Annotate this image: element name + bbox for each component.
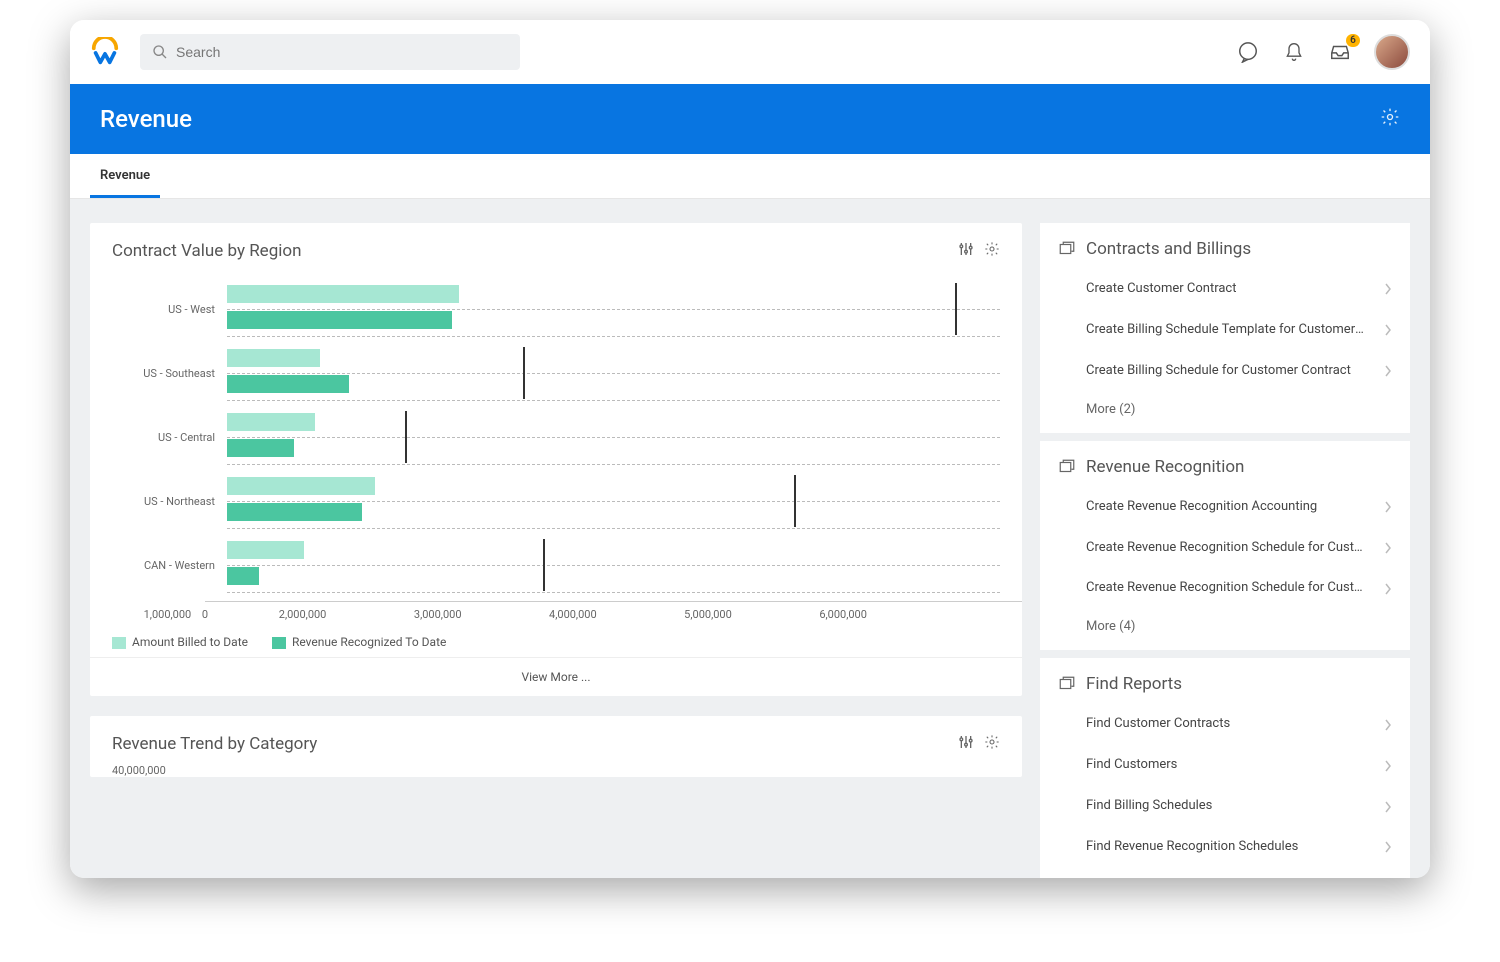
- side-link[interactable]: Create Customer Contract: [1058, 269, 1392, 310]
- bar-billed[interactable]: [227, 285, 459, 303]
- side-group-title: Contracts and Billings: [1058, 239, 1392, 259]
- side-link[interactable]: Create Billing Schedule for Customer Con…: [1058, 351, 1392, 392]
- tab-revenue[interactable]: Revenue: [90, 154, 160, 198]
- side-more-button[interactable]: More (2): [1058, 392, 1392, 423]
- legend-item: Amount Billed to Date: [112, 635, 248, 649]
- bar-row: US - Northeast: [112, 469, 1000, 533]
- bar-chart: US - West US - Southeast US - Central US - …: [90, 267, 1022, 601]
- page-title: Revenue: [100, 105, 192, 133]
- target-marker: [955, 283, 957, 335]
- bar-label: CAN - Western: [112, 559, 227, 572]
- side-group-title: Find Reports: [1058, 674, 1392, 694]
- settings-gear-icon[interactable]: [1380, 107, 1400, 131]
- legend-item: Revenue Recognized To Date: [272, 635, 446, 649]
- bar-billed[interactable]: [227, 541, 304, 559]
- search-box[interactable]: [140, 34, 520, 70]
- bar-billed[interactable]: [227, 349, 320, 367]
- x-axis-tick: 2,000,000: [279, 608, 414, 621]
- view-more-button[interactable]: View More ...: [90, 657, 1022, 696]
- search-input[interactable]: [176, 44, 508, 60]
- target-marker: [523, 347, 525, 399]
- bar-row: CAN - Western: [112, 533, 1000, 597]
- bar-billed[interactable]: [227, 477, 375, 495]
- bar-label: US - Central: [112, 431, 227, 444]
- inbox-badge-count: 6: [1346, 34, 1360, 47]
- side-panel: Contracts and Billings Create Customer Co…: [1040, 223, 1410, 878]
- legend-swatch-light: [112, 637, 126, 649]
- x-axis-tick: 4,000,000: [549, 608, 684, 621]
- banner: Revenue: [70, 84, 1430, 154]
- sliders-icon[interactable]: [958, 241, 974, 261]
- side-link[interactable]: Find Billing Schedules: [1058, 786, 1392, 827]
- search-icon: [152, 44, 168, 60]
- revenue-trend-card: Revenue Trend by Category: [90, 716, 1022, 777]
- bar-row: US - Central: [112, 405, 1000, 469]
- side-link[interactable]: Find Revenue Recognition Schedules: [1058, 827, 1392, 868]
- legend: Amount Billed to Date Revenue Recognized…: [90, 621, 1022, 657]
- side-link[interactable]: Create Revenue Recognition Schedule for …: [1058, 568, 1392, 609]
- x-axis-tick: 1,000,000: [144, 608, 279, 621]
- chat-icon[interactable]: [1236, 40, 1260, 64]
- topbar: 6: [70, 20, 1430, 84]
- bell-icon[interactable]: [1282, 40, 1306, 64]
- side-group: Revenue Recognition Create Revenue Recogn…: [1040, 441, 1410, 651]
- bar-label: US - Northeast: [112, 495, 227, 508]
- side-group-title: Revenue Recognition: [1058, 457, 1392, 477]
- legend-swatch-dark: [272, 637, 286, 649]
- side-link[interactable]: Create Revenue Recognition Accounting: [1058, 487, 1392, 528]
- x-axis-tick: 5,000,000: [684, 608, 819, 621]
- bar-recognized[interactable]: [227, 567, 259, 585]
- inbox-icon[interactable]: 6: [1328, 40, 1352, 64]
- bar-label: US - Southeast: [112, 367, 227, 380]
- bar-recognized[interactable]: [227, 503, 362, 521]
- side-more-button[interactable]: More (4): [1058, 609, 1392, 640]
- side-link[interactable]: Find Customers: [1058, 745, 1392, 786]
- bar-recognized[interactable]: [227, 439, 294, 457]
- contract-value-card: Contract Value by Region: [90, 223, 1022, 696]
- tabs: Revenue: [70, 154, 1430, 199]
- side-link[interactable]: Create Revenue Recognition Schedule for …: [1058, 528, 1392, 569]
- side-group: Contracts and Billings Create Customer Co…: [1040, 223, 1410, 433]
- avatar[interactable]: [1374, 34, 1410, 70]
- y-axis-tick: 40,000,000: [90, 760, 1022, 777]
- x-axis-tick: 6,000,000: [819, 608, 954, 621]
- bar-recognized[interactable]: [227, 375, 349, 393]
- chart-title: Contract Value by Region: [112, 241, 301, 261]
- x-axis-tick: 3,000,000: [414, 608, 549, 621]
- side-link[interactable]: Find Customer Contracts: [1058, 704, 1392, 745]
- target-marker: [794, 475, 796, 527]
- gear-icon[interactable]: [984, 241, 1000, 261]
- side-group: Find ReportsFind Customer ContractsFind …: [1040, 658, 1410, 878]
- side-link[interactable]: Create Billing Schedule Template for Cus…: [1058, 310, 1392, 351]
- gear-icon[interactable]: [984, 734, 1000, 754]
- bar-billed[interactable]: [227, 413, 315, 431]
- x-axis: 01,000,0002,000,0003,000,0004,000,0005,0…: [205, 601, 1022, 621]
- target-marker: [543, 539, 545, 591]
- sliders-icon[interactable]: [958, 734, 974, 754]
- trend-title: Revenue Trend by Category: [112, 734, 317, 754]
- bar-row: US - West: [112, 277, 1000, 341]
- bar-row: US - Southeast: [112, 341, 1000, 405]
- target-marker: [405, 411, 407, 463]
- bar-label: US - West: [112, 303, 227, 316]
- workday-logo[interactable]: [90, 37, 120, 67]
- bar-recognized[interactable]: [227, 311, 452, 329]
